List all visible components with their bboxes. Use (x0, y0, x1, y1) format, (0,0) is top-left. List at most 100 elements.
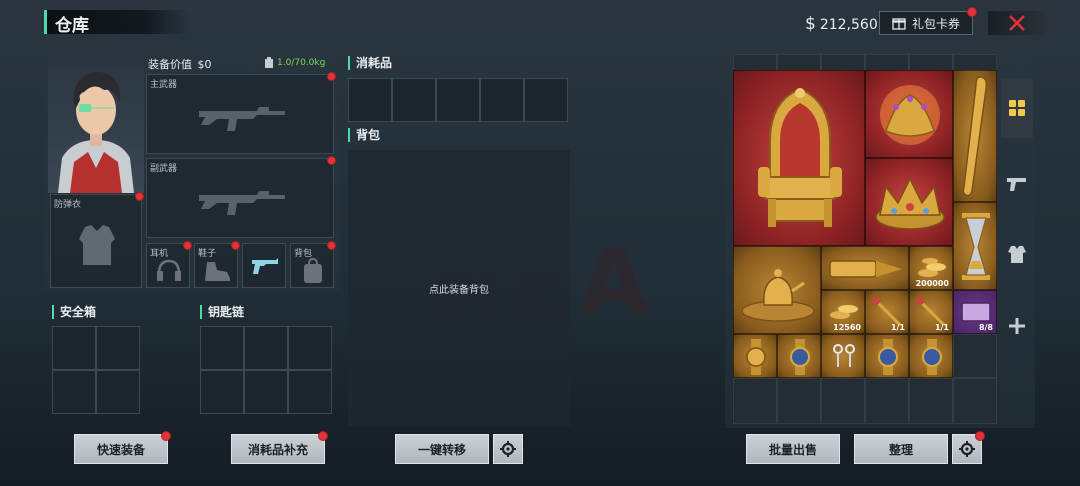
empty-cell[interactable] (909, 378, 953, 424)
inventory-item-gold-coins[interactable]: 200000 (909, 246, 953, 290)
inventory-item-watch[interactable] (865, 334, 909, 378)
inventory-item-card[interactable]: 8/8 (953, 290, 997, 334)
weight-icon (265, 57, 273, 68)
consumable-cell[interactable] (524, 78, 568, 122)
organize-button[interactable]: 整理 (854, 434, 948, 464)
warehouse-settings-button[interactable] (952, 431, 985, 464)
safe-box-cell[interactable] (96, 326, 140, 370)
weight-value: 1.0/70.0kg (277, 58, 326, 68)
balance-display: $212,560 (805, 14, 878, 34)
notification-dot (161, 431, 171, 441)
primary-weapon-slot[interactable]: 主武器 (146, 72, 336, 154)
keychain-cell[interactable] (288, 370, 332, 414)
close-button[interactable] (988, 11, 1045, 35)
empty-cell[interactable] (953, 334, 997, 378)
tab-all[interactable] (1001, 78, 1033, 138)
backpack-hint: 点此装备背包 (429, 285, 489, 296)
inventory-item-key[interactable]: 1/1 (909, 290, 953, 334)
consumables-grid (348, 78, 568, 122)
inventory-item-key[interactable]: 1/1 (865, 290, 909, 334)
top-bar: 仓库 $212,560 礼包卡券 (0, 0, 1080, 44)
consumable-cell[interactable] (392, 78, 436, 122)
headset-slot[interactable]: 耳机 (146, 241, 192, 288)
grid-icon (1009, 100, 1025, 116)
refill-consumables-button[interactable]: 消耗品补充 (231, 431, 328, 464)
quick-equip-button[interactable]: 快速装备 (74, 431, 171, 464)
tab-add[interactable] (1001, 296, 1033, 356)
notification-dot (327, 156, 336, 165)
consumable-cell[interactable] (480, 78, 524, 122)
watch-icon (922, 339, 942, 375)
close-icon (1008, 15, 1025, 31)
inventory-item-gold-coins[interactable]: 12560 (821, 290, 865, 334)
consumable-cell[interactable] (348, 78, 392, 122)
plus-icon (1009, 318, 1025, 334)
transfer-all-button[interactable]: 一键转移 (395, 434, 489, 464)
consumables-label: 消耗品 (348, 56, 392, 70)
tab-weapons[interactable] (1001, 154, 1033, 214)
empty-cell[interactable] (733, 378, 777, 424)
consumable-cell[interactable] (436, 78, 480, 122)
inventory-item-gem-ornament[interactable] (865, 70, 953, 158)
keychain-cell[interactable] (244, 370, 288, 414)
gear-icon (500, 441, 516, 457)
empty-cell[interactable] (777, 378, 821, 424)
empty-cell[interactable] (865, 378, 909, 424)
keychain-cell[interactable] (244, 326, 288, 370)
notification-dot (327, 241, 336, 250)
backpack-slot[interactable]: 背包 (290, 241, 336, 288)
safe-box-cell[interactable] (52, 326, 96, 370)
balance-value: 212,560 (819, 17, 878, 33)
safe-box-cell[interactable] (52, 370, 96, 414)
bulk-sell-label: 批量出售 (768, 442, 817, 457)
organize-label: 整理 (888, 442, 913, 457)
inventory-item-golden-crown[interactable] (865, 158, 953, 246)
slot-label: 鞋子 (198, 249, 217, 259)
throne-icon (758, 87, 842, 227)
inventory-item-earrings[interactable] (821, 334, 865, 378)
notification-dot (967, 7, 977, 17)
keychain-cell[interactable] (200, 326, 244, 370)
page-title: 仓库 (55, 16, 89, 36)
armor-slot[interactable]: 防弹衣 (50, 192, 144, 288)
inventory-item-golden-throne[interactable] (733, 70, 865, 246)
secondary-weapon-slot[interactable]: 副武器 (146, 156, 336, 238)
item-quantity: 8/8 (978, 323, 993, 332)
keychain-cell[interactable] (200, 370, 244, 414)
empty-cell[interactable] (953, 378, 997, 424)
backpack-area[interactable]: 点此装备背包 (348, 150, 570, 426)
watch-icon (878, 339, 898, 375)
refill-label: 消耗品补充 (247, 442, 308, 457)
item-quantity: 12560 (833, 323, 861, 332)
slot-label: 防弹衣 (54, 200, 82, 210)
inventory-item-watch[interactable] (733, 334, 777, 378)
bulk-sell-button[interactable]: 批量出售 (746, 434, 840, 464)
transfer-settings-button[interactable] (493, 434, 523, 464)
hourglass-icon (962, 213, 990, 280)
backpack-label: 背包 (348, 128, 380, 142)
teaset-icon (741, 269, 815, 322)
inventory-item-golden-tea-set[interactable] (733, 246, 821, 334)
shoes-slot[interactable]: 鞋子 (194, 241, 240, 288)
inventory-item-watch[interactable] (777, 334, 821, 378)
quick-equip-label: 快速装备 (96, 442, 145, 457)
watch-icon (790, 339, 810, 375)
empty-cell[interactable] (821, 378, 865, 424)
equipped-item-slot[interactable] (242, 243, 286, 288)
safe-box-grid (52, 326, 140, 414)
inventory-item-watch[interactable] (909, 334, 953, 378)
coupon-label: 礼包卡券 (911, 16, 960, 31)
inventory-item-golden-bat[interactable] (953, 70, 997, 202)
ornament-icon (880, 85, 940, 145)
tab-armor[interactable] (1001, 224, 1033, 284)
inventory-item-golden-drill[interactable] (821, 246, 909, 290)
keychain-cell[interactable] (288, 326, 332, 370)
crown-icon (875, 177, 945, 230)
inventory-item-hourglass[interactable] (953, 202, 997, 290)
safe-box-cell[interactable] (96, 370, 140, 414)
character-portrait[interactable] (48, 48, 144, 193)
notification-dot (975, 431, 985, 441)
keychain-grid (200, 326, 332, 414)
armor-icon (1008, 246, 1026, 263)
gift-coupon-button[interactable]: 礼包卡券 (879, 7, 977, 35)
